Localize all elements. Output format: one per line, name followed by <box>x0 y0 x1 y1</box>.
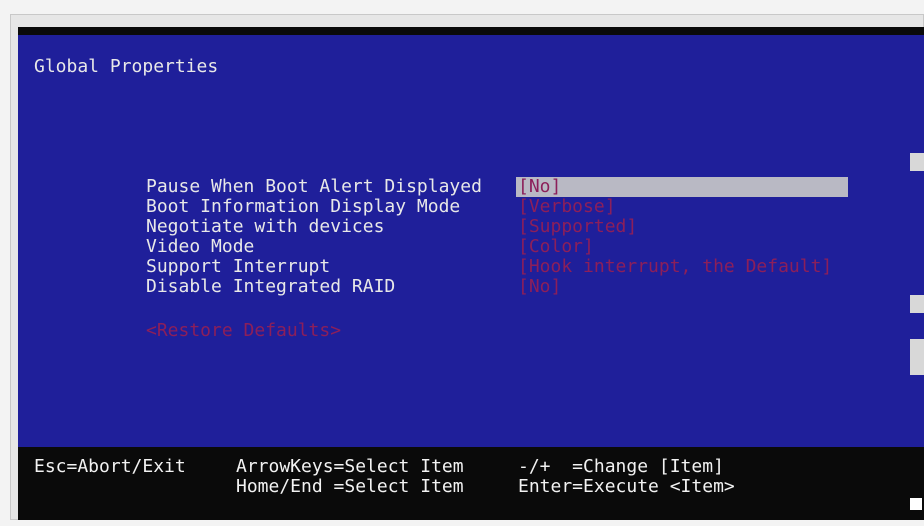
setting-row-boot-info-display[interactable]: Boot Information Display Mode [Verbose] <box>18 197 924 217</box>
setting-row-pause-boot-alert[interactable]: Pause When Boot Alert Displayed [No] <box>18 177 924 197</box>
setting-row-disable-raid[interactable]: Disable Integrated RAID [No] <box>18 277 924 297</box>
scroll-indicator-middle <box>910 295 924 313</box>
setting-label: Pause When Boot Alert Displayed <box>146 176 482 197</box>
setting-label: Video Mode <box>146 236 255 257</box>
scroll-indicator-top <box>910 153 924 171</box>
setting-value[interactable]: [Hook interrupt, the Default] <box>516 257 834 277</box>
esc-hint: Esc=Abort/Exit <box>34 456 186 477</box>
setting-value[interactable]: [No] <box>516 277 563 297</box>
setting-row-support-interrupt[interactable]: Support Interrupt [Hook interrupt, the D… <box>18 257 924 277</box>
setting-row-video-mode[interactable]: Video Mode [Color] <box>18 237 924 257</box>
setting-label: Support Interrupt <box>146 256 331 277</box>
setting-label: Boot Information Display Mode <box>146 196 461 217</box>
cursor-block <box>910 498 922 510</box>
setting-value[interactable]: [Verbose] <box>516 197 618 217</box>
key-help-footer: Esc=Abort/Exit ArrowKeys=Select Item Hom… <box>18 449 924 520</box>
scroll-indicator-lower <box>910 339 924 375</box>
setting-row-negotiate-devices[interactable]: Negotiate with devices [Supported] <box>18 217 924 237</box>
enter-hint: Enter=Execute <Item> <box>518 476 735 497</box>
setting-value-selected[interactable]: [No] <box>516 177 848 197</box>
setting-label: Negotiate with devices <box>146 216 385 237</box>
change-hint: -/+ =Change [Item] <box>518 456 724 477</box>
setting-label: Disable Integrated RAID <box>146 276 396 297</box>
home-end-hint: Home/End =Select Item <box>236 476 464 497</box>
setting-value[interactable]: [Supported] <box>516 217 639 237</box>
setting-value[interactable]: [Color] <box>516 237 596 257</box>
page-title: Global Properties <box>34 56 219 77</box>
arrowkeys-hint: ArrowKeys=Select Item <box>236 456 464 477</box>
restore-defaults-button[interactable]: <Restore Defaults> <box>146 321 341 341</box>
bios-screen: Global Properties Pause When Boot Alert … <box>18 27 924 520</box>
bios-main-panel: Global Properties Pause When Boot Alert … <box>18 35 924 447</box>
